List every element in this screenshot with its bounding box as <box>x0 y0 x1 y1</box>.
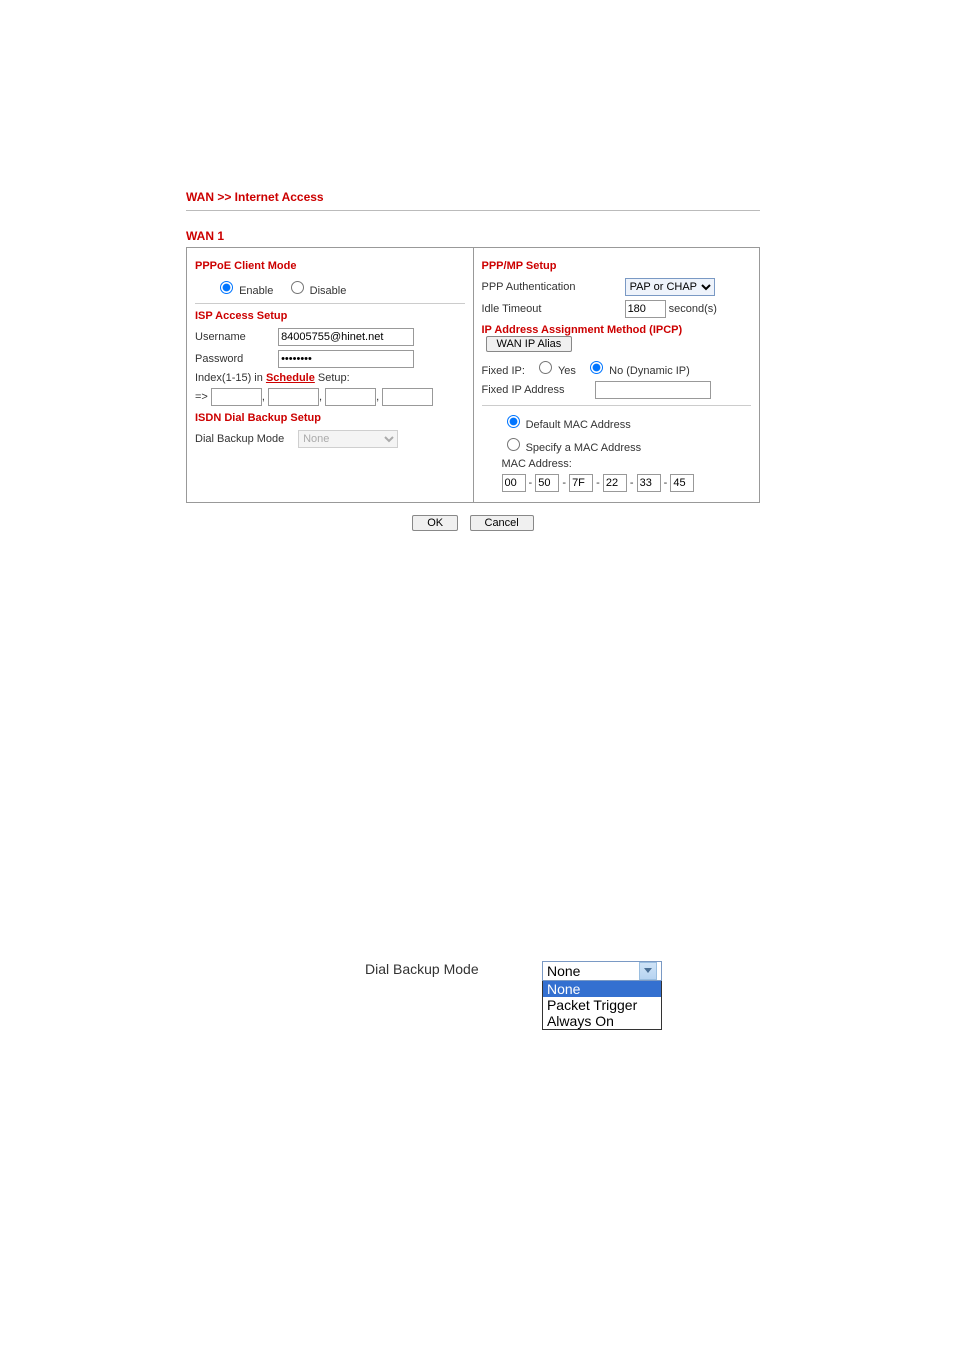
ppp-auth-label: PPP Authentication <box>482 281 622 293</box>
ipcp-title: IP Address Assignment Method (IPCP) <box>482 324 683 336</box>
isdn-dial-backup-setup: ISDN Dial Backup Setup <box>195 412 465 424</box>
mac-input-6[interactable] <box>670 474 694 492</box>
ppp-auth-select[interactable]: PAP or CHAP <box>625 278 715 296</box>
ok-button[interactable]: OK <box>412 515 458 531</box>
schedule-link[interactable]: Schedule <box>266 372 315 384</box>
pppoe-enable-radio[interactable] <box>220 281 233 294</box>
chevron-down-icon[interactable] <box>639 962 657 980</box>
schedule-input-1[interactable] <box>211 388 262 406</box>
fixed-ip-addr-label: Fixed IP Address <box>482 384 592 396</box>
idle-timeout-label: Idle Timeout <box>482 303 622 315</box>
dropdown-option-packet-trigger[interactable]: Packet Trigger <box>543 997 661 1013</box>
index-suffix: Setup: <box>315 372 350 384</box>
disable-label: Disable <box>310 285 347 297</box>
fixed-ip-label: Fixed IP: <box>482 365 525 377</box>
schedule-input-3[interactable] <box>325 388 376 406</box>
isp-access-setup: ISP Access Setup <box>195 310 465 322</box>
mac-input-2[interactable] <box>535 474 559 492</box>
fixed-ip-no-label: No (Dynamic IP) <box>609 365 690 377</box>
fixed-ip-yes-radio[interactable] <box>539 361 552 374</box>
schedule-input-4[interactable] <box>382 388 433 406</box>
mac-input-3[interactable] <box>569 474 593 492</box>
dropdown-demo[interactable]: None None Packet Trigger Always On <box>542 961 662 1030</box>
config-table: PPPoE Client Mode Enable Disable ISP Acc… <box>186 247 760 503</box>
mac-input-1[interactable] <box>502 474 526 492</box>
fixed-ip-yes-label: Yes <box>558 365 576 377</box>
username-label: Username <box>195 331 275 343</box>
wan1-title: WAN 1 <box>186 229 760 243</box>
enable-label: Enable <box>239 285 273 297</box>
specify-mac-label: Specify a MAC Address <box>526 442 642 454</box>
idle-unit: second(s) <box>669 303 717 315</box>
mac-input-5[interactable] <box>637 474 661 492</box>
index-prefix: Index(1-15) in <box>195 372 266 384</box>
pppoe-disable-radio[interactable] <box>291 281 304 294</box>
wan-ip-alias-button[interactable]: WAN IP Alias <box>486 336 573 352</box>
breadcrumb: WAN >> Internet Access <box>186 190 760 211</box>
specify-mac-radio[interactable] <box>507 438 520 451</box>
idle-timeout-input[interactable] <box>625 300 666 318</box>
schedule-arrow: => <box>195 391 208 403</box>
pppmp-setup: PPP/MP Setup <box>482 260 752 272</box>
dropdown-option-always-on[interactable]: Always On <box>543 1013 661 1029</box>
dropdown-selected-value: None <box>547 963 580 979</box>
username-input[interactable] <box>278 328 414 346</box>
mac-input-4[interactable] <box>603 474 627 492</box>
cancel-button[interactable]: Cancel <box>470 515 534 531</box>
mac-address-label: MAC Address: <box>502 458 572 470</box>
fixed-ip-no-radio[interactable] <box>590 361 603 374</box>
fixed-ip-addr-input[interactable] <box>595 381 711 399</box>
dial-backup-mode-select: None <box>298 430 398 448</box>
default-mac-radio[interactable] <box>507 415 520 428</box>
password-label: Password <box>195 353 275 365</box>
dropdown-option-none[interactable]: None <box>543 981 661 997</box>
schedule-input-2[interactable] <box>268 388 319 406</box>
dial-backup-mode-label: Dial Backup Mode <box>195 433 295 445</box>
password-input[interactable] <box>278 350 414 368</box>
default-mac-label: Default MAC Address <box>526 419 631 431</box>
pppoe-client-mode: PPPoE Client Mode <box>195 260 465 272</box>
dropdown-demo-label: Dial Backup Mode <box>365 961 479 977</box>
